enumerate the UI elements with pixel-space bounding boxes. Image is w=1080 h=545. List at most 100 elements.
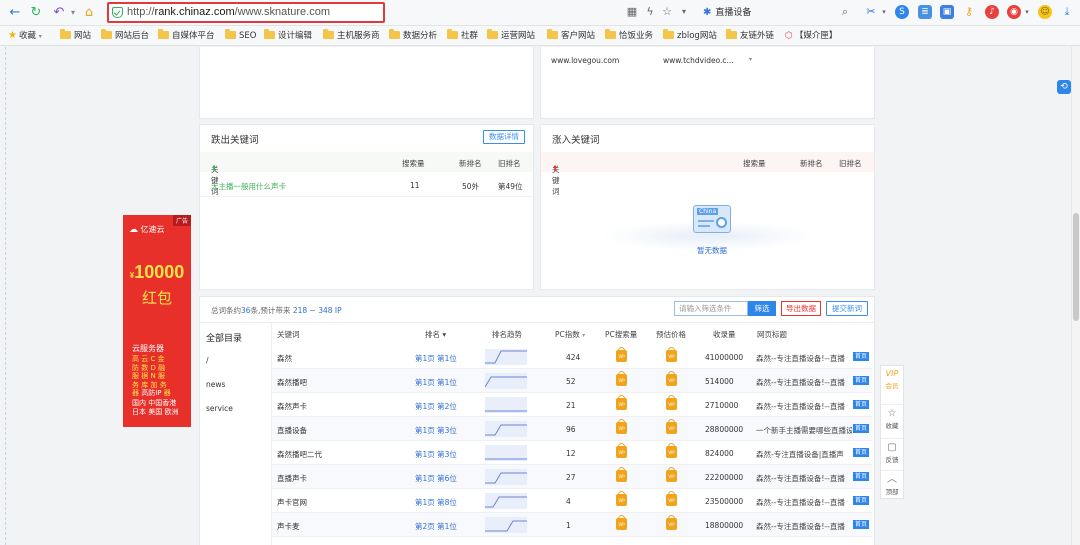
key-extension-icon[interactable]: ⚷ — [962, 5, 976, 19]
scrollbar-thumb[interactable] — [1073, 213, 1079, 321]
china-logo-text: China — [697, 208, 719, 215]
rank-link[interactable]: 第2页 第1位 — [415, 521, 457, 532]
download-icon[interactable]: ⤓ — [1060, 5, 1074, 19]
directory-item[interactable]: / — [206, 356, 209, 365]
dropdown-icon[interactable]: ▾ — [677, 5, 691, 19]
bookmark-folder[interactable]: 设计编辑 — [264, 29, 312, 42]
bookmark-folder[interactable]: 网站后台 — [101, 29, 149, 42]
page-title-cell[interactable]: 森然--专注直播设备!--直播 — [756, 473, 852, 484]
scrollbar[interactable] — [1071, 47, 1080, 545]
page-title-cell[interactable]: 森然--专注直播设备!--直播 — [756, 353, 852, 364]
vip-lock-icon[interactable] — [616, 419, 627, 434]
address-bar[interactable]: http://rank.chinaz.com/www.sknature.com — [107, 2, 385, 23]
screenshot-extension-icon[interactable]: ▣ — [940, 5, 954, 19]
folder-icon — [323, 29, 334, 39]
back-icon[interactable]: ← — [6, 4, 24, 22]
pc-index-cell: 1 — [566, 521, 571, 530]
keyword-cell: 直播设备 — [277, 426, 307, 435]
bookmark-folder[interactable]: 运营网站 — [487, 29, 535, 42]
scissors-dropdown-icon[interactable]: ▾ — [877, 5, 891, 19]
column-header-pc-index[interactable]: PC指数 ▾ — [555, 329, 585, 340]
vip-lock-icon[interactable] — [616, 467, 627, 482]
feedback-button[interactable]: ▢ 反馈 — [881, 438, 903, 464]
chevron-down-icon[interactable]: ▾ — [749, 56, 752, 63]
pc-index-cell: 4 — [566, 497, 571, 506]
table-row: 直播设备 第1页 第3位 96 28800000 一个新手主播需要哪些直播设首页 — [272, 417, 872, 441]
vip-lock-icon[interactable] — [666, 515, 677, 530]
search-icon[interactable]: ⌕ — [838, 5, 852, 19]
column-header-rank[interactable]: 排名 ▾ — [425, 329, 446, 340]
sidebar-app-icon[interactable]: ⟲ — [1057, 80, 1071, 94]
bookmark-folder[interactable]: zblog网站 — [663, 29, 717, 42]
bookmark-folder[interactable]: 自媒体平台 — [158, 29, 215, 42]
table-row: 森然声卡 第1页 第2位 21 2710000 森然--专注直播设备!--直播首页 — [272, 393, 872, 417]
rank-link[interactable]: 第1页 第3位 — [415, 425, 457, 436]
qr-code-icon[interactable]: ▦ — [625, 5, 639, 19]
related-site-link[interactable]: www.tchdvideo.c... — [663, 56, 734, 65]
search-box[interactable]: ✱ 直播设备 — [703, 4, 853, 21]
favorite-button[interactable]: ☆ 收藏 — [881, 404, 903, 430]
vip-lock-icon[interactable] — [616, 515, 627, 530]
filter-button[interactable]: 筛选 — [748, 301, 776, 316]
bookmark-favorites[interactable]: ★ 收藏 ▾ — [8, 30, 42, 42]
vip-lock-icon[interactable] — [616, 443, 627, 458]
page-title-cell[interactable]: 森然-专注直播设备|直播声 — [756, 449, 852, 460]
bookmark-folder[interactable]: 恰饭业务 — [605, 29, 653, 42]
bookmark-folder[interactable]: 网站 — [60, 29, 91, 42]
vip-lock-icon[interactable] — [616, 347, 627, 362]
translate-extension-icon[interactable]: ≣ — [918, 5, 932, 19]
rank-link[interactable]: 第1页 第3位 — [415, 449, 457, 460]
smile-extension-icon[interactable]: ☺ — [1038, 5, 1052, 19]
rank-link[interactable]: 第1页 第8位 — [415, 497, 457, 508]
music-extension-icon[interactable]: ♪ — [985, 5, 999, 19]
vip-lock-icon[interactable] — [666, 491, 677, 506]
back-to-top-button[interactable]: ︿ 顶部 — [881, 470, 903, 496]
bookmark-folder[interactable]: 数据分析 — [389, 29, 437, 42]
bookmark-folder[interactable]: 客户网站 — [547, 29, 595, 42]
vip-lock-icon[interactable] — [666, 371, 677, 386]
rank-link[interactable]: 第1页 第6位 — [415, 473, 457, 484]
page-title-cell[interactable]: 森然--专注直播设备!--直播 — [756, 521, 852, 532]
vip-lock-icon[interactable] — [666, 347, 677, 362]
bookmark-folder[interactable]: SEO — [225, 29, 256, 42]
page-title-cell[interactable]: 一个新手主播需要哪些直播设 — [756, 425, 852, 436]
bookmark-folder[interactable]: 友链外链 — [726, 29, 774, 42]
submit-keyword-button[interactable]: 提交新词 — [826, 301, 868, 316]
vip-lock-icon[interactable] — [666, 395, 677, 410]
vip-lock-icon[interactable] — [616, 491, 627, 506]
scissors-icon[interactable]: ✂ — [864, 5, 878, 19]
rank-link[interactable]: 第1页 第1位 — [415, 353, 457, 364]
page-title-cell[interactable]: 森然--专注直播设备!--直播 — [756, 497, 852, 508]
page-title-cell[interactable]: 森然--专注直播设备!--直播 — [756, 377, 852, 388]
refresh-icon[interactable]: ↻ — [27, 4, 45, 22]
sync-extension-icon[interactable]: S — [895, 5, 909, 19]
vip-lock-icon[interactable] — [666, 419, 677, 434]
rank-trend-sparkline — [485, 373, 527, 389]
rank-link[interactable]: 第1页 第2位 — [415, 401, 457, 412]
vip-lock-icon[interactable] — [616, 371, 627, 386]
directory-item[interactable]: service — [206, 404, 233, 413]
filter-input[interactable]: 请输入筛选条件 — [674, 301, 748, 316]
bookmark-folder[interactable]: 社群 — [447, 29, 478, 42]
weibo-extension-icon[interactable]: ◉ — [1007, 5, 1021, 19]
directory-item[interactable]: news — [206, 380, 225, 389]
rank-link[interactable]: 第1页 第1位 — [415, 377, 457, 388]
bookmark-star-icon[interactable]: ☆ — [660, 5, 674, 19]
bookmark-folder[interactable]: 主机服务商 — [323, 29, 380, 42]
vip-lock-icon[interactable] — [666, 467, 677, 482]
home-icon[interactable]: ⌂ — [80, 4, 98, 22]
data-detail-button[interactable]: 数据详情 — [483, 130, 525, 144]
keyword-link[interactable]: 大主播一般用什么声卡 — [211, 181, 286, 192]
sort-arrow-icon: ▾ — [442, 330, 447, 339]
export-data-button[interactable]: 导出数据 — [781, 301, 821, 316]
vip-lock-icon[interactable] — [666, 443, 677, 458]
bookmark-media[interactable]: ⬡ 【媒介匣】 — [785, 30, 837, 42]
related-site-link[interactable]: www.lovegou.com — [551, 56, 619, 65]
vip-member-button[interactable]: VIP 会员 — [881, 368, 903, 390]
lightning-icon[interactable]: ϟ — [643, 5, 657, 19]
ad-amount: ¥10000 — [129, 262, 185, 282]
page-title-cell[interactable]: 森然--专注直播设备!--直播 — [756, 401, 852, 412]
ad-banner[interactable]: 广告 ☁ 亿速云 ¥10000 红包 云服务器 高 云 C 金 防 数 D 融 … — [123, 215, 191, 427]
vip-lock-icon[interactable] — [616, 395, 627, 410]
weibo-dropdown-icon[interactable]: ▾ — [1020, 5, 1034, 19]
